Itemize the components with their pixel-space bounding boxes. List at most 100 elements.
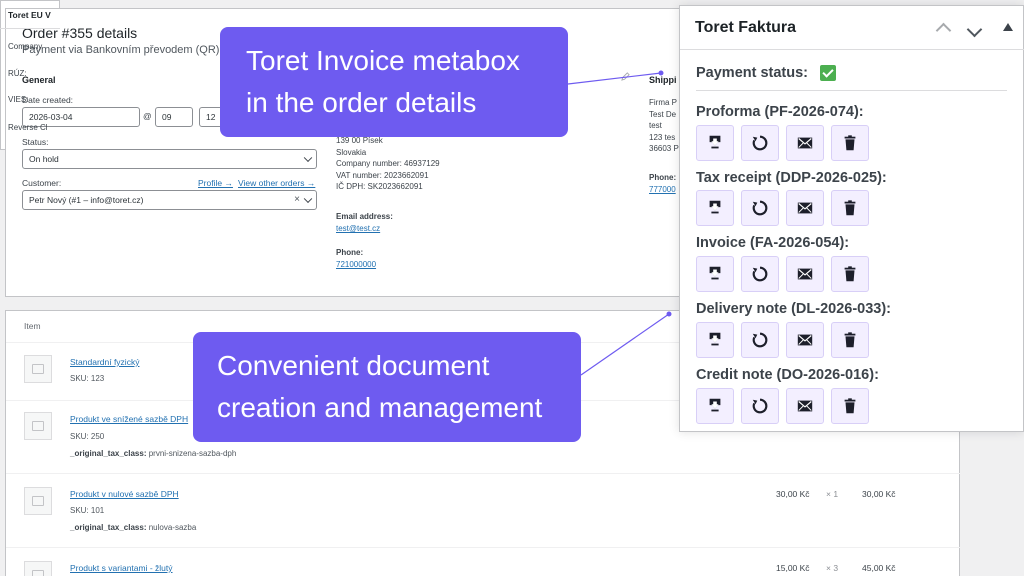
regenerate-icon — [751, 397, 769, 415]
regenerate-button[interactable] — [741, 256, 779, 292]
customer-profile-link[interactable]: Profile → — [198, 178, 233, 188]
divider — [6, 473, 961, 474]
trash-icon — [841, 265, 859, 283]
email-button[interactable] — [786, 125, 824, 161]
regenerate-button[interactable] — [741, 322, 779, 358]
image-placeholder-icon — [32, 496, 44, 506]
doc-title-credit-note: Credit note (DO-2026-016): — [696, 367, 879, 383]
metabox-title: Toret Faktura — [695, 19, 797, 36]
doc-title-tax-receipt: Tax receipt (DDP-2026-025): — [696, 170, 887, 186]
delete-button[interactable] — [831, 388, 869, 424]
product-link[interactable]: Produkt ve snížené sazbě DPH — [70, 414, 188, 424]
date-created-label: Date created: — [22, 95, 74, 105]
customer-label: Customer: — [22, 178, 62, 188]
chevron-down-icon — [303, 153, 313, 163]
image-placeholder-icon — [32, 570, 44, 576]
email-icon — [796, 199, 814, 217]
item-total: 45,00 Kč — [862, 563, 896, 573]
download-button[interactable] — [696, 388, 734, 424]
regenerate-icon — [751, 265, 769, 283]
eu-vies-label: VIES: — [8, 95, 29, 104]
callout-documents-line2: creation and management — [217, 392, 543, 423]
regenerate-icon — [751, 134, 769, 152]
move-up-icon[interactable] — [935, 20, 951, 36]
payment-status-label: Payment status: — [696, 65, 809, 81]
at-symbol: @ — [143, 111, 152, 121]
callout-metabox: Toret Invoice metabox in the order detai… — [220, 27, 568, 137]
shipping-address: Firma P Test De test 123 tes 36603 P — [649, 98, 679, 153]
order-payment-method: Payment via Bankovním převodem (QR) — [22, 44, 220, 56]
eu-reverse-charge-label: Reverse Cl — [8, 123, 48, 132]
regenerate-button[interactable] — [741, 190, 779, 226]
regenerate-button[interactable] — [741, 388, 779, 424]
regenerate-button[interactable] — [741, 125, 779, 161]
email-icon — [796, 134, 814, 152]
product-link[interactable]: Produkt v nulové sazbě DPH — [70, 489, 179, 499]
product-thumbnail — [24, 561, 52, 576]
divider — [0, 28, 60, 29]
billing-email-label: Email address: — [336, 212, 393, 221]
delete-button[interactable] — [831, 190, 869, 226]
download-button[interactable] — [696, 322, 734, 358]
general-heading: General — [22, 75, 56, 85]
trash-icon — [841, 397, 859, 415]
download-icon — [706, 331, 724, 349]
status-select[interactable]: On hold — [22, 149, 317, 169]
doc-title-proforma: Proforma (PF-2026-074): — [696, 104, 864, 120]
product-thumbnail — [24, 487, 52, 515]
eu-panel-title: Toret EU V — [8, 10, 51, 20]
collapse-toggle-icon[interactable] — [1003, 23, 1013, 31]
status-label: Status: — [22, 137, 49, 147]
product-link[interactable]: Produkt s variantami - žlutý — [70, 563, 173, 573]
download-button[interactable] — [696, 190, 734, 226]
billing-phone-link[interactable]: 721000000 — [336, 259, 376, 271]
chevron-down-icon — [303, 194, 313, 204]
callout-documents: Convenient document creation and managem… — [193, 332, 581, 442]
customer-select[interactable]: Petr Nový (#1 – info@toret.cz) × — [22, 190, 317, 210]
billing-address: 139 00 Písek Slovakia Company number: 46… — [336, 136, 440, 191]
divider — [6, 547, 961, 548]
doc-title-delivery-note: Delivery note (DL-2026-033): — [696, 301, 892, 317]
item-qty: × 1 — [826, 489, 839, 499]
download-button[interactable] — [696, 256, 734, 292]
doc-title-invoice: Invoice (FA-2026-054): — [696, 235, 850, 251]
divider — [696, 90, 1007, 91]
delete-button[interactable] — [831, 256, 869, 292]
image-placeholder-icon — [32, 364, 44, 374]
payment-paid-check-icon — [820, 65, 836, 81]
regenerate-icon — [751, 199, 769, 217]
view-other-orders-link[interactable]: View other orders → — [238, 178, 315, 188]
move-down-icon[interactable] — [966, 24, 982, 40]
callout-metabox-line1: Toret Invoice metabox — [246, 45, 520, 76]
trash-icon — [841, 134, 859, 152]
billing-email-link[interactable]: test@test.cz — [336, 223, 380, 235]
product-sku: SKU: 250 — [70, 432, 105, 441]
email-button[interactable] — [786, 322, 824, 358]
email-button[interactable] — [786, 256, 824, 292]
product-link[interactable]: Standardní fyzický — [70, 357, 139, 367]
trash-icon — [841, 199, 859, 217]
product-sku: SKU: 101 — [70, 506, 105, 515]
callout-documents-line1: Convenient document — [217, 350, 490, 381]
download-icon — [706, 397, 724, 415]
metabox-header: Toret Faktura — [680, 6, 1024, 50]
pencil-icon[interactable] — [621, 72, 630, 81]
download-button[interactable] — [696, 125, 734, 161]
product-meta: _original_tax_class: nulova-sazba — [70, 523, 197, 532]
download-icon — [706, 134, 724, 152]
hour-input[interactable]: 09 — [155, 107, 193, 127]
toret-faktura-metabox: Toret Faktura Payment status: Proforma (… — [679, 5, 1024, 432]
email-button[interactable] — [786, 190, 824, 226]
delete-button[interactable] — [831, 322, 869, 358]
delete-button[interactable] — [831, 125, 869, 161]
callout-metabox-line2: in the order details — [246, 87, 477, 118]
email-button[interactable] — [786, 388, 824, 424]
product-thumbnail — [24, 355, 52, 383]
clear-customer-icon[interactable]: × — [294, 194, 300, 205]
shipping-phone-link[interactable]: 777000 — [649, 184, 676, 196]
shipping-heading: Shippi — [649, 75, 677, 85]
email-icon — [796, 331, 814, 349]
product-thumbnail — [24, 412, 52, 440]
item-total: 30,00 Kč — [862, 489, 896, 499]
shipping-phone-label: Phone: — [649, 173, 677, 182]
